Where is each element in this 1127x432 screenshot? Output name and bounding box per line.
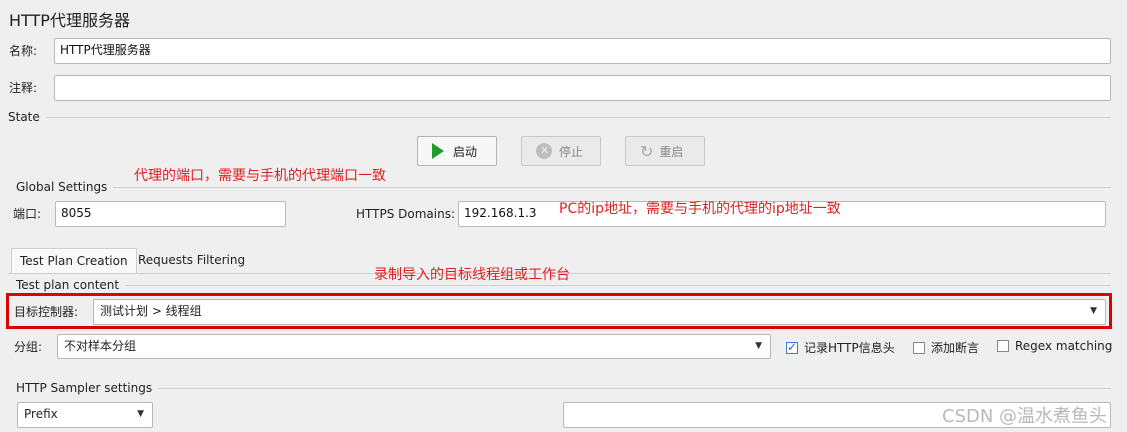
- restart-button-label: 重启: [659, 144, 684, 159]
- checkbox-unchecked-icon: [997, 340, 1009, 352]
- global-heading: Global Settings: [16, 180, 108, 194]
- https-domains-label: HTTPS Domains:: [356, 207, 455, 221]
- sampler-section: HTTP Sampler settings: [16, 380, 1111, 396]
- group-value: 不对样本分组: [64, 339, 137, 353]
- regex-matching-checkbox[interactable]: Regex matching: [997, 339, 1112, 353]
- name-label: 名称:: [9, 44, 38, 58]
- group-select[interactable]: 不对样本分组 ▼: [57, 334, 771, 359]
- target-controller-label: 目标控制器:: [14, 305, 79, 319]
- stop-button[interactable]: ✕ 停止: [521, 136, 601, 166]
- watermark: CSDN @温水煮鱼头: [942, 406, 1108, 427]
- restart-icon: ↻: [640, 141, 654, 161]
- stop-icon: ✕: [536, 143, 552, 159]
- target-controller-select[interactable]: 测试计划 > 线程组 ▼: [93, 299, 1106, 325]
- sampler-heading: HTTP Sampler settings: [16, 381, 153, 395]
- tab-requests-filtering[interactable]: Requests Filtering: [130, 248, 253, 272]
- port-input[interactable]: 8055: [55, 201, 286, 227]
- state-divider: [45, 116, 1111, 118]
- ip-annotation: PC的ip地址，需要与手机的代理的ip地址一致: [559, 201, 841, 217]
- record-headers-checkbox[interactable]: 记录HTTP信息头: [786, 339, 895, 356]
- regex-matching-label: Regex matching: [1015, 339, 1113, 353]
- add-assertion-checkbox[interactable]: 添加断言: [913, 339, 979, 356]
- group-label: 分组:: [14, 340, 43, 354]
- sampler-divider: [158, 387, 1111, 389]
- prefix-value: Prefix: [24, 407, 58, 421]
- start-button[interactable]: 启动: [417, 136, 497, 166]
- prefix-select[interactable]: Prefix ▼: [17, 402, 153, 428]
- state-heading: State: [8, 110, 40, 124]
- stop-button-label: 停止: [559, 144, 584, 159]
- add-assertion-label: 添加断言: [931, 341, 980, 355]
- chevron-down-icon: ▼: [137, 409, 144, 419]
- record-headers-label: 记录HTTP信息头: [804, 341, 895, 355]
- chevron-down-icon: ▼: [1090, 306, 1097, 316]
- state-section: State: [8, 109, 1111, 125]
- chevron-down-icon: ▼: [755, 341, 762, 351]
- content-divider: [125, 284, 1111, 286]
- start-button-label: 启动: [453, 144, 478, 159]
- global-divider: [113, 186, 1111, 188]
- checkbox-unchecked-icon: [913, 341, 925, 354]
- restart-button[interactable]: ↻ 重启: [625, 136, 705, 166]
- port-label: 端口:: [13, 207, 42, 221]
- target-controller-value: 测试计划 > 线程组: [100, 304, 202, 318]
- tab-test-plan-creation[interactable]: Test Plan Creation: [11, 248, 137, 273]
- content-section: Test plan content: [16, 277, 1111, 293]
- play-icon: [432, 143, 444, 159]
- comment-label: 注释:: [9, 81, 38, 95]
- global-section: Global Settings: [16, 179, 1111, 195]
- name-input[interactable]: HTTP代理服务器: [54, 38, 1111, 64]
- comment-input[interactable]: [54, 75, 1111, 101]
- page-title: HTTP代理服务器: [9, 11, 130, 30]
- checkbox-checked-icon: [786, 340, 798, 354]
- content-heading: Test plan content: [16, 278, 120, 292]
